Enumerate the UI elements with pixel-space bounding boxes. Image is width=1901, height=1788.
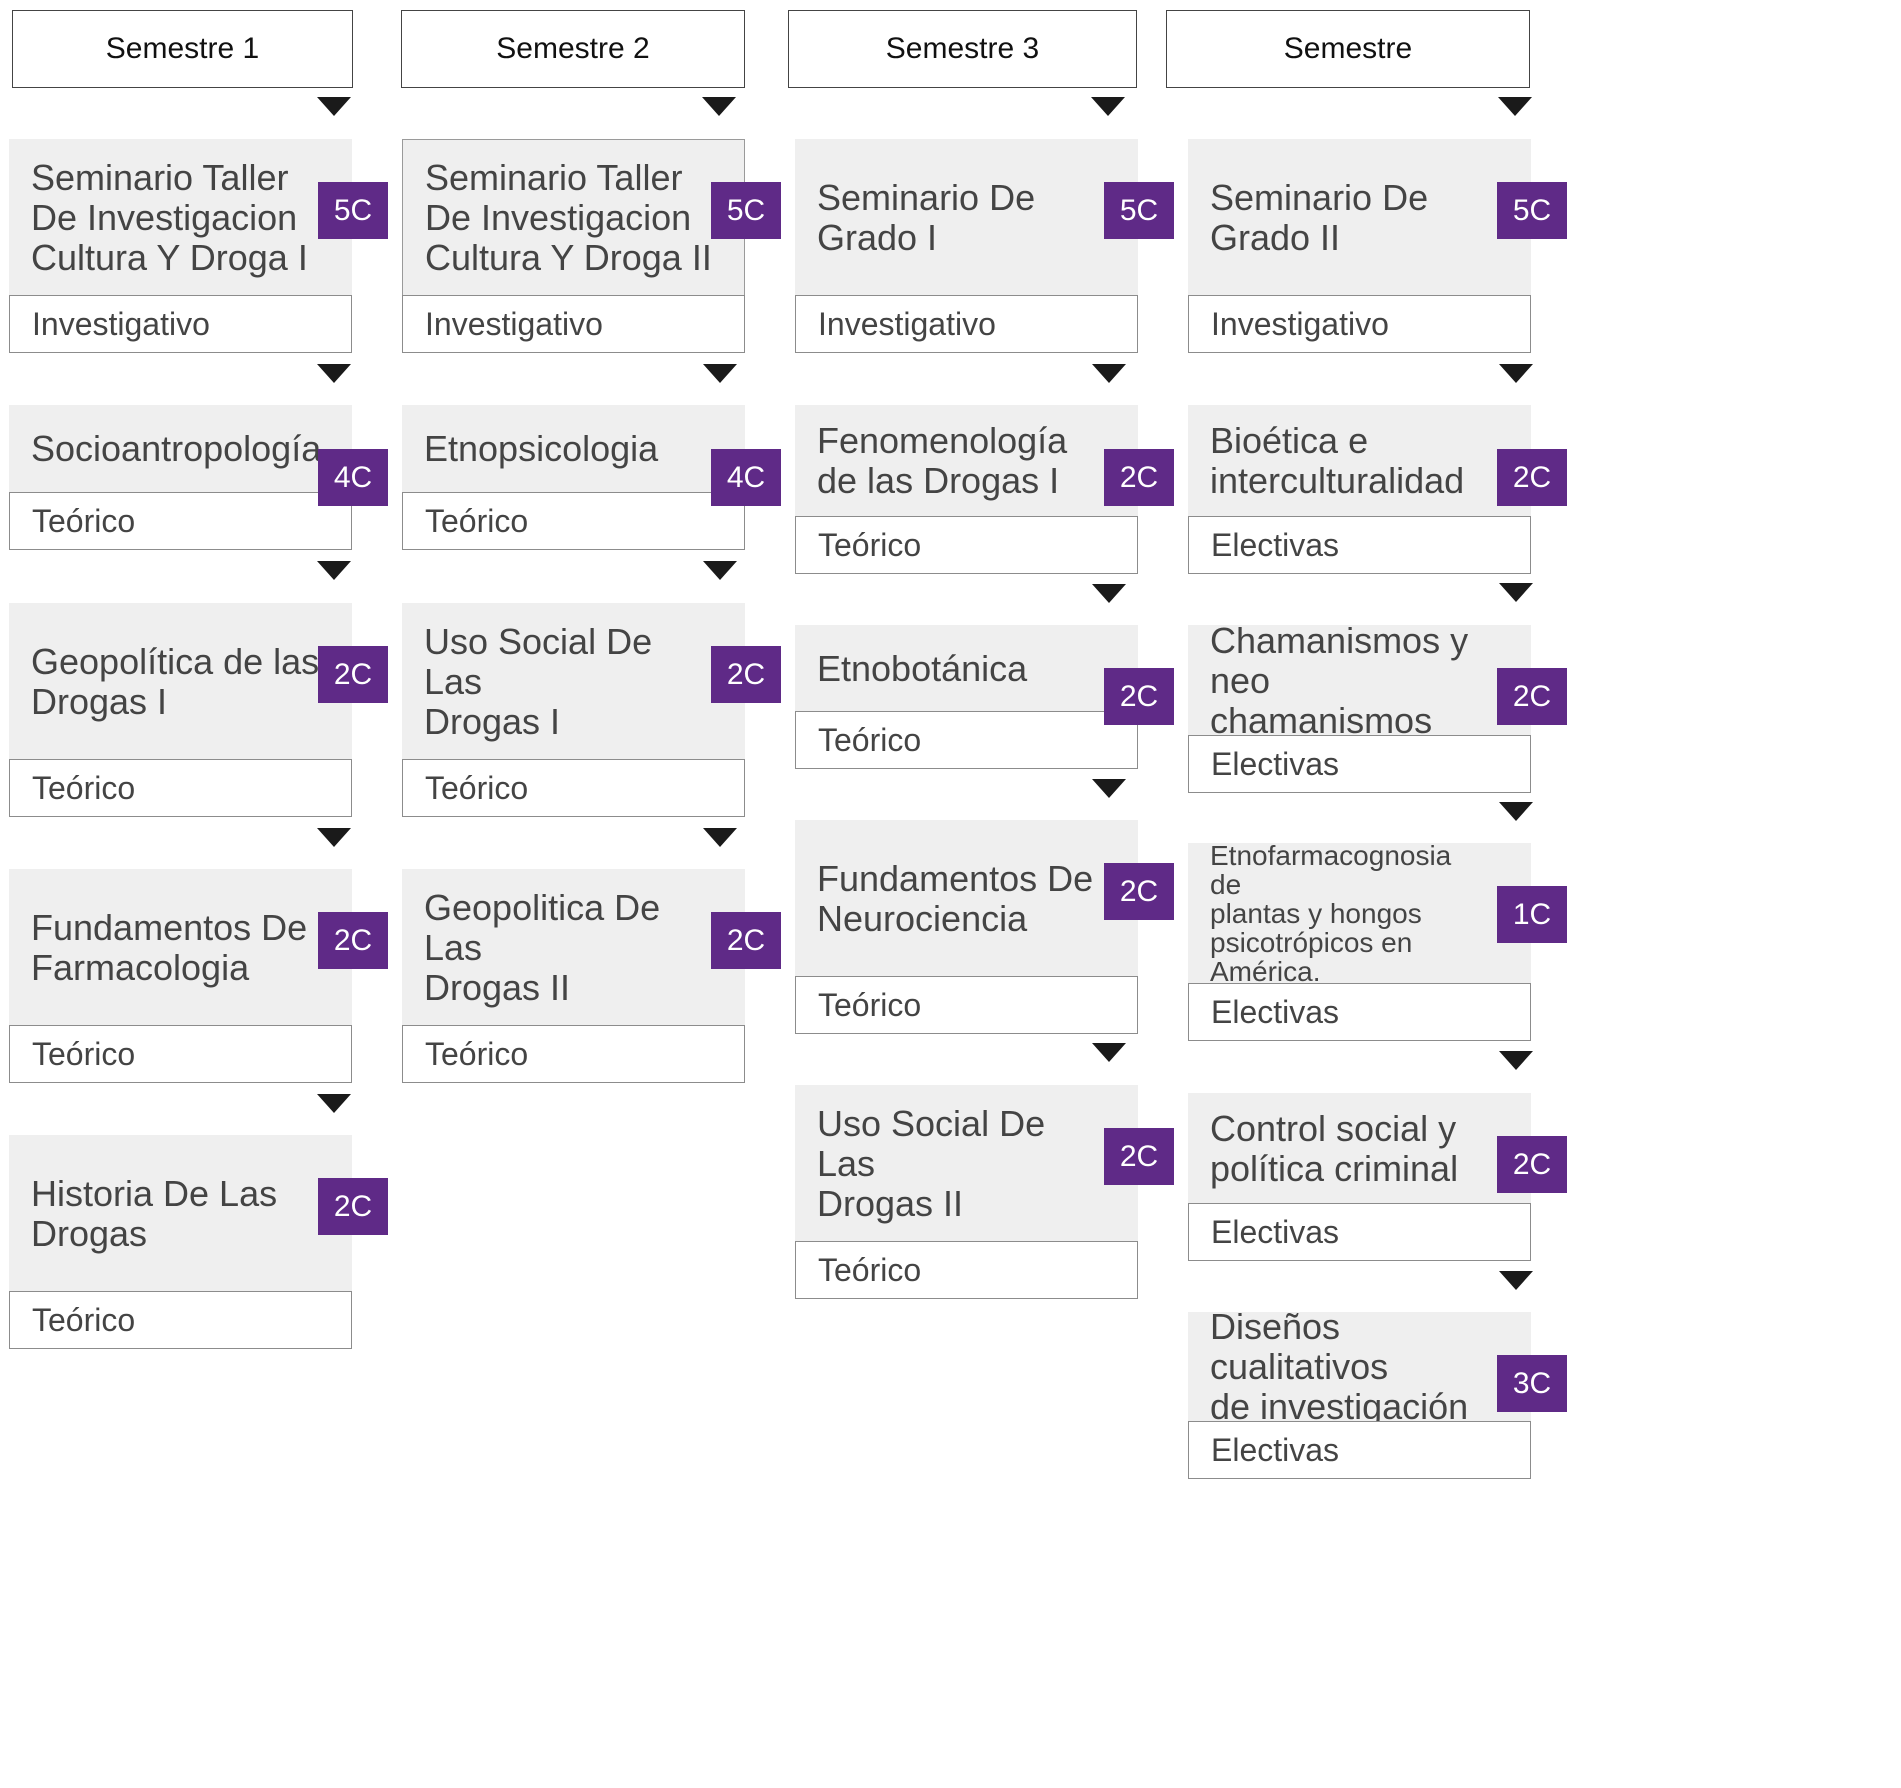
course-type: Investigativo <box>795 295 1138 353</box>
course-title: Seminario Taller De Investigacion Cultur… <box>402 139 745 296</box>
flow-arrow-icon <box>703 828 737 847</box>
credit-badge: 2C <box>1104 1128 1174 1185</box>
course-title: Etnopsicologia <box>402 405 745 493</box>
flow-arrow-icon <box>1499 1051 1533 1070</box>
flow-arrow-icon <box>317 561 351 580</box>
credit-badge: 5C <box>1497 182 1567 239</box>
flow-arrow-icon <box>1499 364 1533 383</box>
flow-arrow-icon <box>317 364 351 383</box>
course-title: Fundamentos De Neurociencia <box>795 820 1138 977</box>
flow-arrow-icon <box>702 97 736 116</box>
course-type: Electivas <box>1188 1421 1531 1479</box>
course-type: Investigativo <box>1188 295 1531 353</box>
semester-4-header: Semestre <box>1166 10 1530 88</box>
flow-arrow-icon <box>1092 364 1126 383</box>
credit-badge: 4C <box>711 449 781 506</box>
course-title: Etnobotánica <box>795 625 1138 712</box>
curriculum-diagram: Semestre 1 Semestre 2 Semestre 3 Semestr… <box>0 0 1568 1480</box>
course-type: Teórico <box>795 1241 1138 1299</box>
semester-1-header: Semestre 1 <box>12 10 353 88</box>
semester-2-header: Semestre 2 <box>401 10 745 88</box>
course-type: Teórico <box>795 516 1138 574</box>
flow-arrow-icon <box>1092 1043 1126 1062</box>
course-title: Fenomenología de las Drogas I <box>795 405 1138 517</box>
course-title: Uso Social De Las Drogas II <box>795 1085 1138 1242</box>
course-type: Electivas <box>1188 516 1531 574</box>
credit-badge: 5C <box>1104 182 1174 239</box>
flow-arrow-icon <box>317 828 351 847</box>
course-title: Uso Social De Las Drogas I <box>402 603 745 760</box>
course-type: Teórico <box>402 759 745 817</box>
course-title: Seminario De Grado II <box>1188 139 1531 296</box>
course-title: Chamanismos y neo chamanismos <box>1188 625 1531 736</box>
course-title: Historia De Las Drogas <box>9 1135 352 1292</box>
course-type: Electivas <box>1188 735 1531 793</box>
course-title: Socioantropología <box>9 405 352 493</box>
credit-badge: 1C <box>1497 886 1567 943</box>
flow-arrow-icon <box>703 364 737 383</box>
course-type: Teórico <box>795 976 1138 1034</box>
course-type: Teórico <box>9 1025 352 1083</box>
flow-arrow-icon <box>1498 97 1532 116</box>
credit-badge: 2C <box>1104 863 1174 920</box>
credit-badge: 3C <box>1497 1355 1567 1412</box>
flow-arrow-icon <box>1499 802 1533 821</box>
course-title: Bioética e interculturalidad <box>1188 405 1531 517</box>
credit-badge: 2C <box>711 646 781 703</box>
credit-badge: 2C <box>1497 668 1567 725</box>
credit-badge: 2C <box>1497 449 1567 506</box>
semester-3-header: Semestre 3 <box>788 10 1137 88</box>
credit-badge: 5C <box>711 182 781 239</box>
course-title: Diseños cualitativos de investigación <box>1188 1312 1531 1422</box>
flow-arrow-icon <box>317 97 351 116</box>
flow-arrow-icon <box>703 561 737 580</box>
flow-arrow-icon <box>1499 1271 1533 1290</box>
course-type: Teórico <box>795 711 1138 769</box>
credit-badge: 4C <box>318 449 388 506</box>
course-type: Teórico <box>402 1025 745 1083</box>
flow-arrow-icon <box>317 1094 351 1113</box>
flow-arrow-icon <box>1499 583 1533 602</box>
credit-badge: 5C <box>318 182 388 239</box>
flow-arrow-icon <box>1091 97 1125 116</box>
credit-badge: 2C <box>1497 1136 1567 1193</box>
credit-badge: 2C <box>318 646 388 703</box>
course-title: Geopolítica de las Drogas I <box>9 603 352 760</box>
credit-badge: 2C <box>711 912 781 969</box>
flow-arrow-icon <box>1092 584 1126 603</box>
course-title: Etnofarmacognosia de plantas y hongos ps… <box>1188 843 1531 984</box>
course-type: Teórico <box>9 759 352 817</box>
credit-badge: 2C <box>1104 449 1174 506</box>
course-type: Teórico <box>9 1291 352 1349</box>
course-title: Geopolitica De Las Drogas II <box>402 869 745 1026</box>
course-type: Teórico <box>402 492 745 550</box>
course-title: Fundamentos De Farmacologia <box>9 869 352 1026</box>
course-type: Teórico <box>9 492 352 550</box>
course-type: Investigativo <box>402 295 745 353</box>
course-title: Seminario Taller De Investigacion Cultur… <box>9 139 352 296</box>
course-type: Electivas <box>1188 1203 1531 1261</box>
course-title: Control social y política criminal <box>1188 1093 1531 1204</box>
credit-badge: 2C <box>318 912 388 969</box>
credit-badge: 2C <box>318 1178 388 1235</box>
course-type: Electivas <box>1188 983 1531 1041</box>
flow-arrow-icon <box>1092 779 1126 798</box>
credit-badge: 2C <box>1104 668 1174 725</box>
course-title: Seminario De Grado I <box>795 139 1138 296</box>
course-type: Investigativo <box>9 295 352 353</box>
